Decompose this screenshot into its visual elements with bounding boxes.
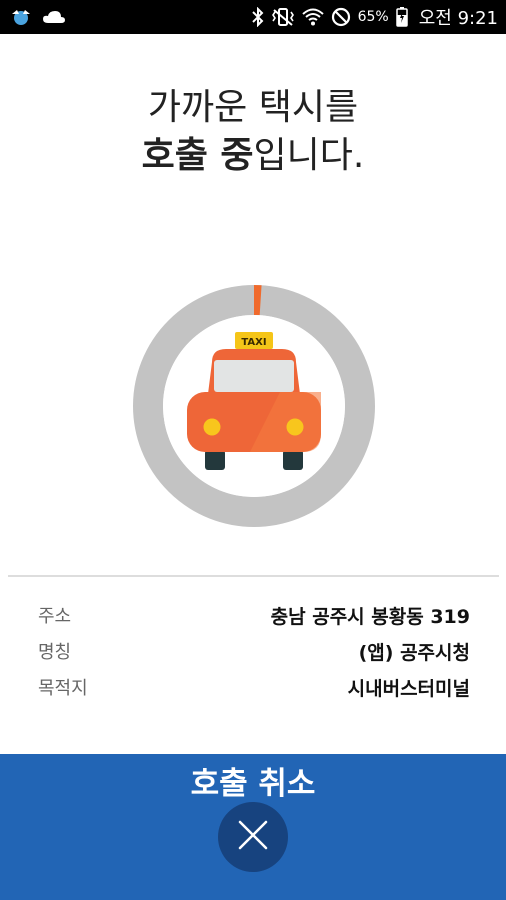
app-notification-icon xyxy=(10,8,32,26)
name-value: (앱) 공주시청 xyxy=(358,641,470,664)
address-value: 충남 공주시 봉황동 319 xyxy=(270,605,470,628)
close-icon xyxy=(237,819,269,855)
address-label: 주소 xyxy=(38,606,72,627)
taxi-headlight-right xyxy=(286,418,304,436)
page-title: 가까운 택시를 호출 중입니다. xyxy=(0,84,506,180)
taxi-headlight-left xyxy=(203,418,221,436)
cancel-call-title: 호출 취소 xyxy=(190,766,316,802)
cancel-call-panel: 호출 취소 xyxy=(0,754,506,900)
info-row-address: 주소 충남 공주시 봉황동 319 xyxy=(38,597,470,633)
title-line-2-bold: 호출 중 xyxy=(141,135,254,176)
wifi-icon xyxy=(301,7,324,27)
taxi-call-progress: TAXI xyxy=(130,282,378,530)
cancel-call-button[interactable] xyxy=(218,802,288,872)
destination-value: 시내버스터미널 xyxy=(347,677,470,700)
title-line-2: 호출 중입니다. xyxy=(0,132,506,180)
info-row-destination: 목적지 시내버스터미널 xyxy=(38,669,470,705)
status-bar-right: 65% 오전 9:21 xyxy=(251,4,498,30)
call-info: 주소 충남 공주시 봉황동 319 명칭 (앱) 공주시청 목적지 시내버스터미… xyxy=(38,597,470,705)
status-bar-left xyxy=(10,8,66,26)
info-row-name: 명칭 (앱) 공주시청 xyxy=(38,633,470,669)
taxi-sign-text: TAXI xyxy=(241,337,266,348)
battery-percent: 65% xyxy=(357,9,389,25)
battery-charging-icon xyxy=(395,7,408,27)
cloud-icon xyxy=(42,9,66,25)
title-line-1: 가까운 택시를 xyxy=(147,87,359,128)
title-line-2-rest: 입니다. xyxy=(253,135,365,176)
taxi-windshield xyxy=(214,360,294,392)
status-time: 오전 9:21 xyxy=(418,8,498,29)
divider xyxy=(8,575,499,577)
status-bar: 65% 오전 9:21 xyxy=(0,0,506,34)
do-not-disturb-icon xyxy=(331,7,351,27)
bluetooth-icon xyxy=(251,7,264,27)
name-label: 명칭 xyxy=(38,642,72,663)
destination-label: 목적지 xyxy=(38,678,88,699)
vibrate-icon xyxy=(271,7,295,27)
